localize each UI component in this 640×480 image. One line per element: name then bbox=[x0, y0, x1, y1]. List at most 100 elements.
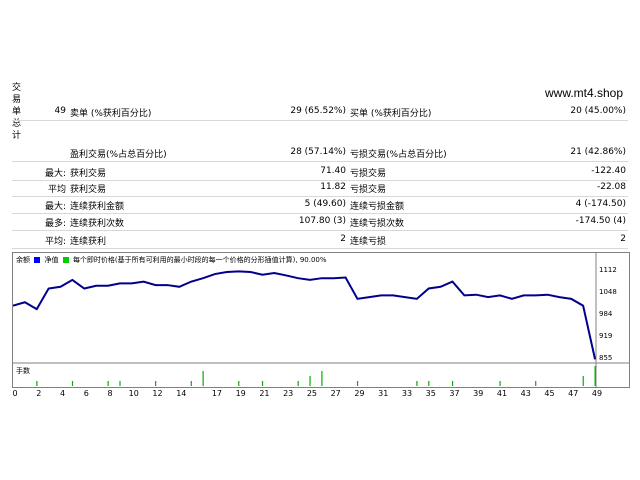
x-tick-label: 2 bbox=[36, 389, 42, 398]
volume-bar bbox=[36, 381, 38, 386]
balance-point bbox=[154, 284, 157, 286]
x-tick-label: 25 bbox=[306, 389, 318, 398]
balance-point bbox=[439, 286, 442, 288]
right-stat-label: 连续亏损 bbox=[350, 237, 387, 247]
left-stat-label: 卖单 (%获利百分比) bbox=[70, 109, 152, 119]
row-separator bbox=[12, 196, 628, 197]
volume-bar bbox=[119, 381, 121, 386]
y-tick-label: 1048 bbox=[599, 287, 617, 296]
balance-point bbox=[226, 271, 228, 273]
y-tick-label: 919 bbox=[599, 331, 613, 340]
x-tick-label: 43 bbox=[520, 389, 531, 398]
balance-point bbox=[273, 272, 275, 274]
balance-point bbox=[202, 277, 204, 279]
volume-bar bbox=[107, 381, 109, 386]
row-separator bbox=[12, 248, 628, 249]
balance-point bbox=[487, 296, 489, 298]
website-text: www.mt4.shop bbox=[545, 86, 624, 100]
balance-point bbox=[356, 298, 359, 300]
balance-point bbox=[166, 284, 169, 286]
volume-bar bbox=[416, 381, 418, 386]
y-tick-label: 984 bbox=[599, 309, 613, 318]
balance-point bbox=[475, 294, 477, 296]
balance-point bbox=[594, 358, 596, 360]
left-stat-label: 连续获利 bbox=[70, 237, 107, 247]
row-separator bbox=[12, 213, 628, 214]
volume-bar bbox=[451, 381, 454, 386]
volume-bar bbox=[238, 381, 240, 386]
right-stat-value: -174.50 (4) bbox=[575, 216, 626, 226]
right-stat-label: 亏损交易 bbox=[350, 169, 387, 179]
x-tick-label: 0 bbox=[12, 389, 18, 398]
balance-point bbox=[463, 294, 465, 296]
left-stat-label: 连续获利金额 bbox=[70, 202, 125, 212]
row-separator bbox=[12, 230, 628, 231]
x-tick-label: 12 bbox=[152, 389, 163, 398]
right-stat-label: 亏损交易 bbox=[350, 185, 387, 195]
x-tick-label: 19 bbox=[235, 389, 246, 398]
balance-point bbox=[107, 285, 109, 287]
volume-bar bbox=[155, 381, 157, 386]
right-stat-value: 2 bbox=[620, 234, 626, 244]
x-tick-label: 39 bbox=[473, 389, 484, 398]
balance-point bbox=[428, 287, 430, 290]
balance-point bbox=[119, 282, 121, 284]
left-stat-label: 获利交易 bbox=[70, 169, 107, 179]
x-tick-label: 10 bbox=[128, 389, 139, 398]
balance-point bbox=[344, 276, 347, 279]
x-tick-label: 8 bbox=[107, 389, 113, 398]
balance-point bbox=[392, 294, 394, 296]
balance-point bbox=[523, 294, 525, 296]
side-char: 易 bbox=[12, 95, 22, 105]
balance-point bbox=[24, 301, 26, 303]
balance-line bbox=[13, 270, 596, 360]
volume-bar bbox=[309, 376, 311, 386]
x-tick-label: 17 bbox=[211, 389, 222, 398]
balance-point bbox=[333, 277, 335, 279]
left-stat-value: 29 (65.52%) bbox=[290, 106, 346, 116]
balance-point bbox=[546, 294, 549, 296]
balance-point bbox=[261, 274, 264, 276]
balance-point bbox=[309, 279, 311, 281]
volume-label: 手数 bbox=[16, 367, 30, 375]
x-tick-label: 31 bbox=[378, 389, 389, 398]
x-tick-label: 33 bbox=[401, 389, 413, 398]
balance-point bbox=[143, 281, 145, 283]
balance-chart: 余额 净值 每个即时价格(基于所有可利用的最小时段的每一个价格的分形插值计算),… bbox=[12, 252, 630, 388]
x-tick-label: 45 bbox=[544, 389, 555, 398]
left-stat-label: 获利交易 bbox=[70, 185, 107, 195]
balance-point bbox=[321, 277, 323, 279]
x-tick-label: 47 bbox=[568, 389, 579, 398]
balance-point bbox=[48, 287, 50, 290]
x-tick-label: 37 bbox=[449, 389, 460, 398]
balance-point bbox=[451, 281, 454, 283]
x-tick-label: 6 bbox=[83, 389, 89, 398]
volume-bar bbox=[535, 381, 537, 386]
chart-plot bbox=[13, 253, 629, 387]
volume-bar bbox=[202, 371, 204, 386]
balance-point bbox=[71, 279, 73, 281]
balance-point bbox=[36, 308, 38, 310]
row-separator bbox=[12, 161, 628, 162]
volume-bar bbox=[261, 381, 264, 386]
x-tick-label: 29 bbox=[354, 389, 365, 398]
balance-point bbox=[416, 298, 418, 300]
balance-point bbox=[249, 271, 252, 273]
balance-point bbox=[404, 296, 406, 298]
row-label: 最大: bbox=[44, 202, 66, 212]
right-stat-label: 连续亏损金额 bbox=[350, 202, 405, 212]
balance-point bbox=[214, 273, 216, 275]
volume-bar bbox=[356, 381, 359, 386]
balance-point bbox=[380, 294, 382, 296]
volume-bar bbox=[594, 366, 596, 386]
side-char: 交 bbox=[12, 83, 22, 93]
balance-point bbox=[95, 285, 97, 287]
row-separator bbox=[12, 180, 628, 181]
volume-bar bbox=[582, 376, 584, 386]
volume-bar bbox=[190, 381, 192, 386]
row-label: 平均: bbox=[44, 237, 66, 247]
balance-point bbox=[190, 281, 192, 283]
y-tick-label: 855 bbox=[599, 354, 613, 362]
balance-point bbox=[582, 305, 584, 307]
right-stat-value: -122.40 bbox=[591, 166, 626, 176]
